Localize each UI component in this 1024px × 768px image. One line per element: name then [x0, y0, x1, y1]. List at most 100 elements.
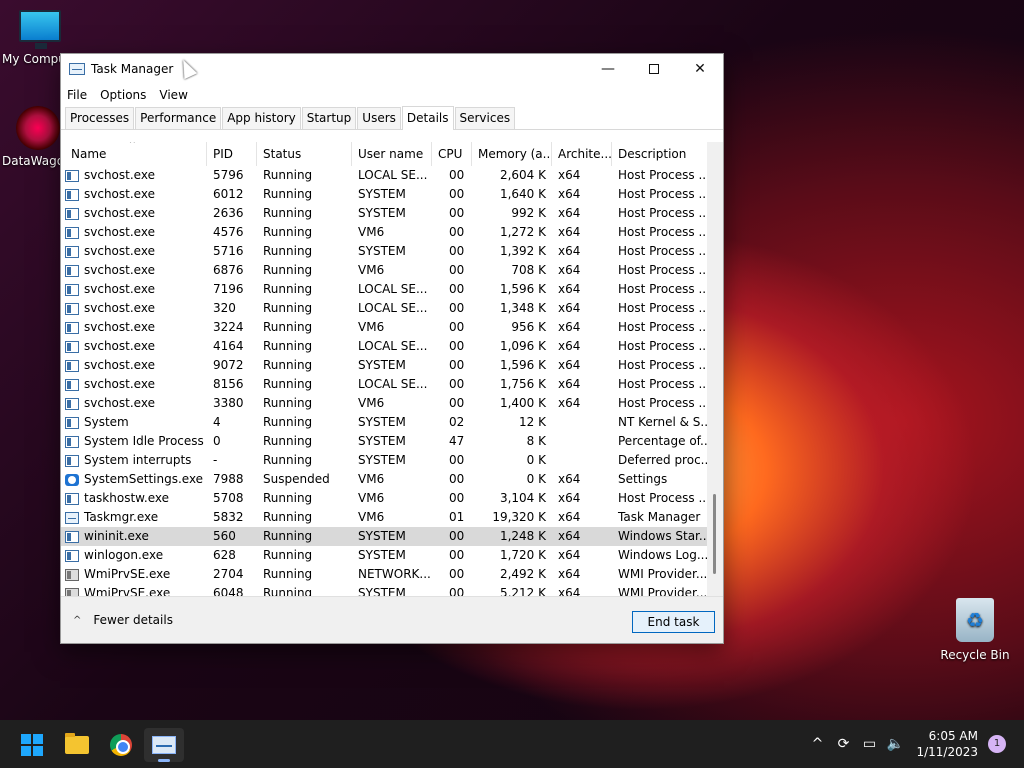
- start-button[interactable]: [12, 728, 52, 762]
- cell-architecture: x64: [558, 377, 581, 391]
- sync-icon[interactable]: ⟳: [830, 736, 856, 752]
- chrome-button[interactable]: [101, 728, 141, 762]
- table-row[interactable]: svchost.exe 4576 Running VM6 00 1,272 K x64 Hos…: [61, 223, 707, 242]
- table-row[interactable]: svchost.exe 7196 Running LOCAL SE... 00 1,596…: [61, 280, 707, 299]
- table-row[interactable]: svchost.exe 2636 Running SYSTEM 00 992 K x64 Ho…: [61, 204, 707, 223]
- cell-pid: 320: [213, 301, 236, 315]
- clock[interactable]: 6:05 AM 1/11/2023: [916, 728, 978, 760]
- table-row[interactable]: svchost.exe 6876 Running VM6 00 708 K x64 Host …: [61, 261, 707, 280]
- cell-status: Running: [263, 339, 313, 353]
- cell-process-name: svchost.exe: [61, 166, 207, 185]
- column-header-memory[interactable]: Memory (a...: [472, 142, 552, 166]
- tab-startup[interactable]: Startup: [301, 107, 357, 129]
- menu-file[interactable]: File: [67, 88, 87, 102]
- table-row[interactable]: System 4 Running SYSTEM 02 12 K NT Kernel & S.…: [61, 413, 707, 432]
- process-icon: [65, 492, 79, 505]
- table-row[interactable]: svchost.exe 3380 Running VM6 00 1,400 K x64 Hos…: [61, 394, 707, 413]
- cell-cpu: 00: [449, 358, 465, 372]
- menu-options[interactable]: Options: [100, 88, 146, 102]
- column-header-description[interactable]: Description: [612, 142, 707, 166]
- tab-services[interactable]: Services: [454, 107, 516, 129]
- column-header-pid[interactable]: PID: [207, 142, 257, 166]
- cell-description: Host Process ...: [618, 339, 707, 353]
- maximize-button[interactable]: [631, 54, 677, 84]
- cell-user-name: VM6: [358, 320, 385, 334]
- table-row[interactable]: svchost.exe 5716 Running SYSTEM 00 1,392 K x64…: [61, 242, 707, 261]
- chevron-up-icon[interactable]: ^: [804, 736, 830, 752]
- file-explorer-button[interactable]: [57, 728, 97, 762]
- cell-status: Running: [263, 320, 313, 334]
- cell-description: Host Process ...: [618, 225, 707, 239]
- menu-view[interactable]: View: [159, 88, 187, 102]
- process-name-text: System Idle Process: [84, 434, 204, 448]
- tab-app-history[interactable]: App history: [222, 107, 301, 129]
- cell-user-name: LOCAL SE...: [358, 377, 428, 391]
- table-row[interactable]: svchost.exe 3224 Running VM6 00 956 K x64 Host …: [61, 318, 707, 337]
- menu-bar: File Options View: [61, 84, 723, 106]
- cell-pid: 3224: [213, 320, 244, 334]
- cell-cpu: 00: [449, 187, 465, 201]
- process-name-text: WmiPrvSE.exe: [84, 567, 171, 581]
- table-row[interactable]: wininit.exe 560 Running SYSTEM 00 1,248 K x64 W…: [61, 527, 707, 546]
- cell-status: Running: [263, 282, 313, 296]
- process-name-text: WmiPrvSE.exe: [84, 586, 171, 596]
- table-row[interactable]: svchost.exe 9072 Running SYSTEM 00 1,596 K x64…: [61, 356, 707, 375]
- end-task-button[interactable]: End task: [632, 611, 715, 633]
- table-row[interactable]: System Idle Process 0 Running SYSTEM 47 8 K Pe…: [61, 432, 707, 451]
- table-row[interactable]: WmiPrvSE.exe 2704 Running NETWORK... 00 2,492…: [61, 565, 707, 584]
- table-row[interactable]: Taskmgr.exe 5832 Running VM6 01 19,320 K x64 Ta…: [61, 508, 707, 527]
- tab-users[interactable]: Users: [357, 107, 401, 129]
- table-row[interactable]: svchost.exe 320 Running LOCAL SE... 00 1,348 …: [61, 299, 707, 318]
- cell-user-name: VM6: [358, 263, 385, 277]
- fewer-details-button[interactable]: ^ Fewer details: [73, 613, 173, 627]
- table-row[interactable]: taskhostw.exe 5708 Running VM6 00 3,104 K x64 H…: [61, 489, 707, 508]
- vertical-scrollbar[interactable]: [707, 142, 723, 596]
- cell-architecture: x64: [558, 567, 581, 581]
- cell-status: Running: [263, 358, 313, 372]
- column-header-architecture[interactable]: Archite...: [552, 142, 612, 166]
- process-name-text: svchost.exe: [84, 244, 155, 258]
- cell-status: Running: [263, 301, 313, 315]
- cell-cpu: 00: [449, 282, 465, 296]
- cell-memory: 1,596 K: [499, 282, 546, 296]
- cell-architecture: x64: [558, 187, 581, 201]
- volume-icon[interactable]: 🔈: [882, 736, 908, 752]
- scrollbar-thumb[interactable]: [713, 494, 716, 574]
- table-row[interactable]: svchost.exe 8156 Running LOCAL SE... 00 1,756…: [61, 375, 707, 394]
- column-header-name[interactable]: ^ Name: [61, 142, 207, 166]
- process-icon: [65, 549, 79, 562]
- notification-badge[interactable]: 1: [988, 735, 1006, 753]
- minimize-button[interactable]: —: [585, 54, 631, 84]
- cell-memory: 1,400 K: [499, 396, 546, 410]
- cell-pid: 5796: [213, 168, 244, 182]
- table-row[interactable]: svchost.exe 6012 Running SYSTEM 00 1,640 K x64…: [61, 185, 707, 204]
- cell-description: Host Process ...: [618, 491, 707, 505]
- process-name-text: svchost.exe: [84, 225, 155, 239]
- column-header-cpu[interactable]: CPU: [432, 142, 472, 166]
- desktop-icon-recycle-bin[interactable]: ♻ Recycle Bin: [935, 598, 1015, 662]
- tab-details[interactable]: Details: [401, 106, 454, 130]
- network-icon[interactable]: ▭: [856, 736, 882, 752]
- process-icon: [65, 454, 79, 467]
- tab-processes[interactable]: Processes: [65, 107, 135, 129]
- title-bar[interactable]: Task Manager — ✕: [61, 54, 723, 84]
- table-row[interactable]: SystemSettings.exe 7988 Suspended VM6 00 0 K x…: [61, 470, 707, 489]
- cell-architecture: x64: [558, 548, 581, 562]
- column-header-status[interactable]: Status: [257, 142, 352, 166]
- tab-performance[interactable]: Performance: [135, 107, 222, 129]
- table-row[interactable]: svchost.exe 4164 Running LOCAL SE... 00 1,096…: [61, 337, 707, 356]
- wmi-icon: [65, 568, 79, 581]
- cell-process-name: svchost.exe: [61, 223, 207, 242]
- task-manager-taskbar-button[interactable]: [144, 728, 184, 762]
- column-header-user-name[interactable]: User name: [352, 142, 432, 166]
- process-name-text: svchost.exe: [84, 187, 155, 201]
- table-row[interactable]: System interrupts - Running SYSTEM 00 0 K Defe…: [61, 451, 707, 470]
- cell-memory: 1,596 K: [499, 358, 546, 372]
- cell-pid: 5708: [213, 491, 244, 505]
- cell-memory: 2,492 K: [499, 567, 546, 581]
- table-row[interactable]: svchost.exe 5796 Running LOCAL SE... 00 2,604…: [61, 166, 707, 185]
- table-row[interactable]: WmiPrvSE.exe 6048 Running SYSTEM 00 5,212 K x6…: [61, 584, 707, 596]
- table-row[interactable]: winlogon.exe 628 Running SYSTEM 00 1,720 K x64…: [61, 546, 707, 565]
- close-button[interactable]: ✕: [677, 54, 723, 84]
- cell-architecture: [552, 413, 612, 432]
